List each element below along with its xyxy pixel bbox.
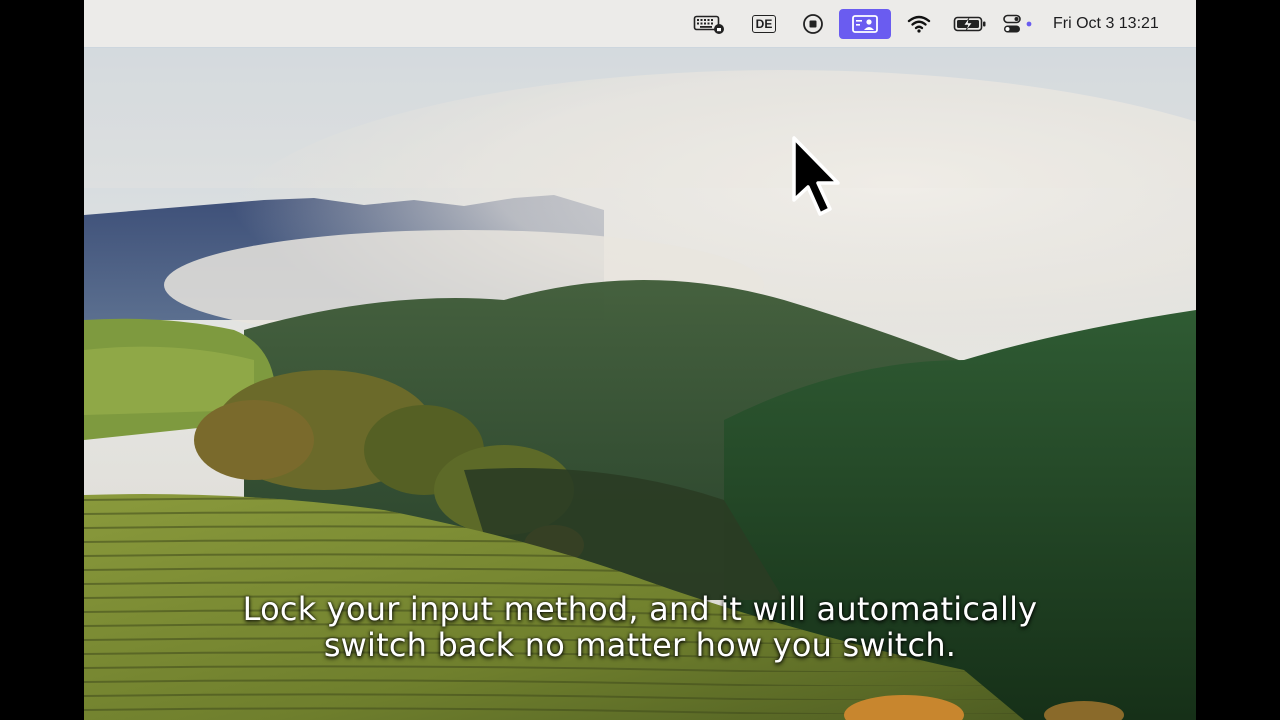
menu-bar: DE Fri Oct 3 13:21	[84, 0, 1196, 47]
subtitle-line-2: switch back no matter how you switch.	[323, 626, 957, 664]
record-stop-icon[interactable]	[799, 0, 827, 47]
video-subtitle: Lock your input method, and it will auto…	[84, 591, 1196, 663]
wifi-icon[interactable]	[906, 0, 932, 47]
mouse-pointer-icon	[792, 136, 840, 216]
input-source-label: DE	[751, 14, 777, 33]
screen-share-icon[interactable]	[839, 0, 891, 47]
control-center-icon[interactable]	[1001, 0, 1035, 47]
subtitle-line-1: Lock your input method, and it will auto…	[242, 590, 1038, 628]
keyboard-lock-icon[interactable]	[692, 0, 726, 47]
input-source-icon[interactable]: DE	[747, 0, 781, 47]
menubar-clock[interactable]: Fri Oct 3 13:21	[1053, 0, 1159, 47]
desktop-screen: DE Fri Oct 3 13:21 Lock your input metho…	[84, 0, 1196, 720]
battery-charging-icon[interactable]	[952, 0, 988, 47]
